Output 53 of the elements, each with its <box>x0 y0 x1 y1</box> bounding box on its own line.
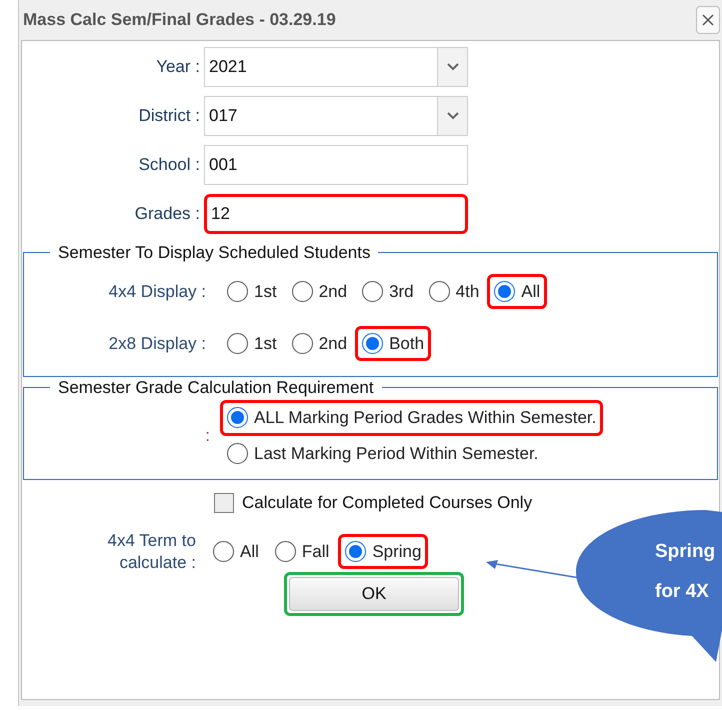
window-title: Mass Calc Sem/Final Grades - 03.29.19 <box>23 9 336 32</box>
row-label: 4x4 Display : <box>108 280 207 303</box>
radio-label: Last Marking Period Within Semester. <box>254 442 538 464</box>
group-title: Semester To Display Scheduled Students <box>57 242 372 264</box>
radio-button[interactable] <box>428 281 450 302</box>
radio-button[interactable] <box>362 333 384 354</box>
field-value: 017 <box>208 105 238 128</box>
dropdown[interactable]: 2021 <box>204 47 468 87</box>
radio-button[interactable] <box>494 281 516 302</box>
radio-button[interactable] <box>362 281 384 302</box>
group-title: Semester Grade Calculation Requirement <box>57 376 375 398</box>
close-icon <box>701 13 715 27</box>
field-label: District : <box>138 105 201 128</box>
dropdown[interactable]: 017 <box>204 96 468 136</box>
input-field[interactable]: 12 <box>204 194 468 234</box>
radio-button[interactable] <box>227 333 248 354</box>
field-value: 2021 <box>208 56 248 78</box>
radio-button[interactable] <box>345 541 366 562</box>
close-button[interactable] <box>696 6 720 34</box>
radio-label: 1st <box>254 280 277 303</box>
radio-button[interactable] <box>292 281 313 302</box>
radio-label: 3rd <box>389 280 414 303</box>
chevron-down-icon <box>446 63 458 71</box>
input-field[interactable]: 001 <box>204 145 468 185</box>
row-label: : <box>204 424 211 447</box>
radio-button[interactable] <box>227 442 248 464</box>
radio-label: Both <box>389 332 424 355</box>
field-value: 12 <box>210 203 231 226</box>
radio-label: 1st <box>254 332 277 355</box>
radio-button[interactable] <box>213 541 234 562</box>
radio-label: Fall <box>302 540 330 563</box>
row-label: 4x4 Term to calculate : <box>106 530 197 574</box>
radio-label: 2nd <box>318 332 348 355</box>
row-label: 2x8 Display : <box>108 332 207 355</box>
radio-label: All <box>521 280 540 303</box>
radio-button[interactable] <box>227 407 248 428</box>
checkbox[interactable] <box>214 492 234 513</box>
callout-text: for 4X <box>655 580 710 604</box>
radio-label: All <box>240 540 259 563</box>
field-label: School : <box>138 154 201 176</box>
chevron-down-icon <box>446 112 458 120</box>
radio-button[interactable] <box>227 281 248 302</box>
ok-button[interactable]: OK <box>289 576 459 610</box>
field-label: Year : <box>155 56 201 78</box>
radio-label: Spring <box>372 540 422 563</box>
callout-text: Spring <box>655 540 716 564</box>
checkbox-label: Calculate for Completed Courses Only <box>242 492 532 514</box>
radio-label: 4th <box>456 280 480 303</box>
radio-button[interactable] <box>274 541 296 562</box>
radio-label: 2nd <box>318 280 348 303</box>
radio-button[interactable] <box>292 333 313 354</box>
radio-label: ALL Marking Period Grades Within Semester. <box>254 407 596 429</box>
field-label: Grades : <box>134 203 201 226</box>
